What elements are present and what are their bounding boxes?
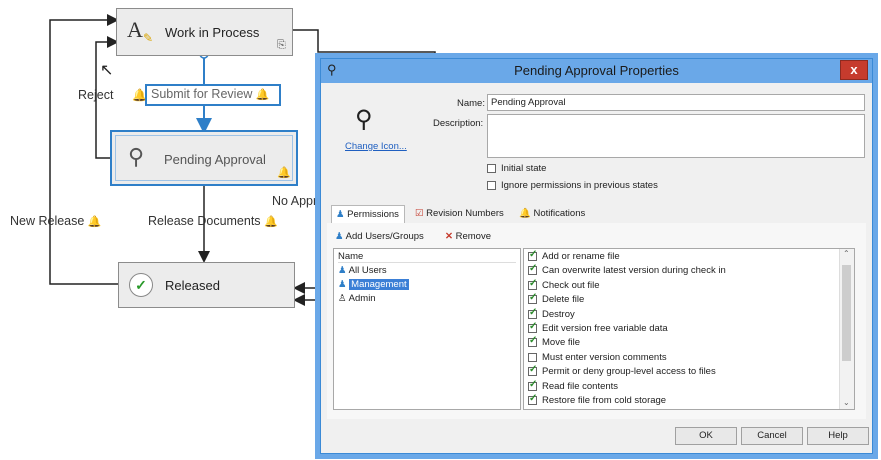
help-button[interactable]: Help bbox=[807, 427, 869, 445]
state-icon-preview: ⚲ bbox=[355, 106, 373, 133]
page-corner-icon: ⎘ bbox=[277, 39, 286, 51]
permission-item[interactable]: Can overwrite latest version during chec… bbox=[528, 263, 726, 276]
checkbox-icon bbox=[528, 321, 537, 333]
dialog-title: Pending Approval Properties bbox=[514, 63, 679, 78]
ignore-permissions-checkbox[interactable]: Ignore permissions in previous states bbox=[487, 180, 658, 191]
close-button[interactable]: x bbox=[840, 60, 868, 80]
dialog-titlebar[interactable]: ⚲ Pending Approval Properties x bbox=[321, 59, 872, 83]
transition-label-new-release[interactable]: New Release 🔔 bbox=[10, 214, 102, 228]
checkbox-icon bbox=[487, 163, 496, 173]
state-work-in-process[interactable]: A ✎ Work in Process ⎘ bbox=[116, 8, 293, 56]
users-icon: ♟ bbox=[335, 231, 344, 242]
checkbox-icon bbox=[487, 180, 496, 190]
change-icon-link[interactable]: Change Icon... bbox=[345, 141, 407, 152]
list-item-admin[interactable]: ♙ Admin bbox=[338, 293, 376, 304]
users-list[interactable]: Name ♟ All Users ♟ Management ♙ Admin bbox=[333, 248, 521, 410]
state-label: Pending Approval bbox=[164, 152, 266, 167]
users-icon: ♟ bbox=[336, 209, 345, 220]
bell-icon: 🔔 bbox=[277, 167, 291, 179]
chevron-up-icon: ⌃ bbox=[843, 249, 850, 258]
name-label: Name: bbox=[457, 98, 485, 109]
checkbox-icon bbox=[528, 379, 537, 391]
users-list-header: Name bbox=[338, 251, 516, 263]
name-field[interactable]: Pending Approval bbox=[487, 94, 865, 111]
pencil-icon: ✎ bbox=[143, 31, 154, 45]
state-pending-approval[interactable]: ⚲ Pending Approval 🔔 bbox=[110, 130, 298, 186]
revision-icon: ☑ bbox=[415, 208, 424, 219]
bell-icon: 🔔 bbox=[264, 216, 278, 229]
description-label: Description: bbox=[433, 118, 484, 129]
permission-item[interactable]: Restore file from cold storage bbox=[528, 393, 666, 406]
transition-label-no-approval[interactable]: No Appr bbox=[272, 194, 317, 208]
transition-label-reject[interactable]: Reject bbox=[78, 88, 113, 102]
group-icon: ♟ bbox=[338, 279, 347, 290]
list-item-all-users[interactable]: ♟ All Users bbox=[338, 265, 387, 276]
bell-icon: 🔔 bbox=[87, 216, 102, 229]
scrollbar-thumb[interactable] bbox=[842, 265, 851, 361]
checkbox-icon bbox=[528, 263, 537, 276]
bell-icon: 🔔 bbox=[255, 89, 270, 102]
add-users-button[interactable]: ♟ Add Users/Groups bbox=[335, 231, 424, 242]
tab-notifications[interactable]: 🔔 Notifications bbox=[515, 205, 589, 223]
state-label: Released bbox=[165, 278, 220, 293]
remove-button[interactable]: ✕ Remove bbox=[445, 231, 491, 242]
permission-item[interactable]: Must enter version comments bbox=[528, 352, 667, 363]
bell-icon: 🔔 bbox=[519, 208, 531, 219]
magnifier-icon: ⚲ bbox=[128, 144, 145, 169]
ok-button[interactable]: OK bbox=[675, 427, 737, 445]
permission-item[interactable]: Check out file bbox=[528, 278, 600, 291]
cancel-button[interactable]: Cancel bbox=[741, 427, 803, 445]
permission-item[interactable]: Delete file bbox=[528, 292, 584, 305]
description-field[interactable] bbox=[487, 114, 865, 158]
tab-panel-permissions: ♟ Add Users/Groups ✕ Remove Name ♟ All U… bbox=[327, 223, 866, 419]
user-icon: ♙ bbox=[338, 293, 347, 304]
initial-state-checkbox[interactable]: Initial state bbox=[487, 163, 546, 174]
tab-permissions[interactable]: ♟ Permissions bbox=[331, 205, 405, 224]
permission-item[interactable]: Edit version free variable data bbox=[528, 321, 668, 334]
state-label: Work in Process bbox=[165, 25, 260, 40]
permissions-scrollbar[interactable]: ⌃ ⌄ bbox=[839, 249, 854, 409]
checkbox-icon bbox=[528, 292, 537, 305]
permission-item[interactable]: Move file bbox=[528, 335, 580, 348]
permission-item[interactable]: Destroy bbox=[528, 307, 575, 320]
tab-strip: ♟ Permissions ☑ Revision Numbers 🔔 Notif… bbox=[327, 205, 866, 224]
permission-item[interactable]: Permit or deny group-level access to fil… bbox=[528, 364, 716, 377]
list-item-management[interactable]: ♟ Management bbox=[338, 279, 409, 290]
transition-submit-for-review[interactable]: Submit for Review 🔔 bbox=[145, 84, 281, 106]
permissions-list[interactable]: Restore file from cold storageRead file … bbox=[523, 248, 855, 410]
tab-revision-numbers[interactable]: ☑ Revision Numbers bbox=[411, 205, 508, 223]
check-circle-icon: ✓ bbox=[129, 273, 153, 297]
state-released[interactable]: ✓ Released bbox=[118, 262, 295, 308]
remove-icon: ✕ bbox=[445, 231, 453, 242]
checkbox-icon bbox=[528, 307, 537, 319]
checkbox-icon bbox=[528, 364, 537, 377]
mouse-cursor-icon: ↖ bbox=[100, 62, 114, 79]
transition-label-release-documents[interactable]: Release Documents 🔔 bbox=[148, 214, 278, 228]
chevron-down-icon: ⌄ bbox=[843, 398, 850, 407]
checkbox-icon bbox=[528, 352, 537, 362]
checkbox-icon bbox=[528, 335, 537, 348]
permission-item[interactable]: Add or rename file bbox=[528, 249, 620, 262]
edit-state-icon: A bbox=[127, 17, 143, 42]
checkbox-icon bbox=[528, 249, 537, 261]
group-icon: ♟ bbox=[338, 265, 347, 276]
properties-dialog: ⚲ Pending Approval Properties x ⚲ Change… bbox=[320, 58, 873, 454]
checkbox-icon bbox=[528, 393, 537, 405]
permission-item[interactable]: Read file contents bbox=[528, 379, 618, 392]
checkbox-icon bbox=[528, 278, 537, 290]
